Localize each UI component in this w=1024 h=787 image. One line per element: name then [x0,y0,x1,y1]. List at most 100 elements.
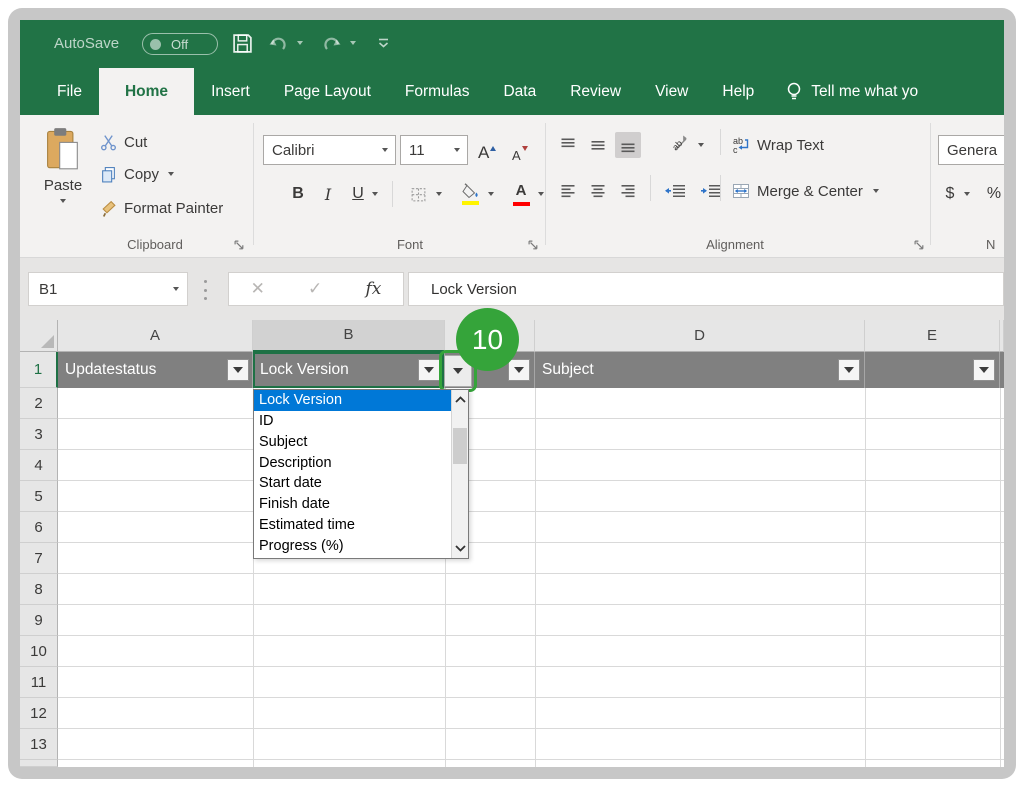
align-left-button[interactable] [555,178,581,204]
dropdown-item[interactable]: Start date [254,473,451,494]
fill-color-button[interactable] [458,178,484,210]
row-header-9[interactable]: 9 [20,605,58,636]
clipboard-dialog-launcher-icon[interactable] [234,238,246,250]
borders-button[interactable] [404,178,432,210]
filter-dropdown-c1[interactable] [508,359,530,381]
dropdown-item[interactable]: Finish date [254,494,451,515]
row-header-11[interactable]: 11 [20,667,58,698]
tab-home[interactable]: Home [99,68,194,115]
row-header-3[interactable]: 3 [20,419,58,450]
currency-button[interactable]: $ [940,178,960,210]
row-header-8[interactable]: 8 [20,574,58,605]
scroll-up-icon[interactable] [452,390,468,409]
top-align-button[interactable] [555,132,581,158]
row-header-7[interactable]: 7 [20,543,58,574]
save-icon[interactable] [232,33,253,59]
row-header-4[interactable]: 4 [20,450,58,481]
scroll-down-icon[interactable] [452,539,468,558]
dropdown-scrollbar[interactable] [451,390,468,558]
cut-button[interactable]: Cut [100,129,147,155]
name-box[interactable]: B1 [28,272,188,306]
dropdown-item[interactable]: Progress (%) [254,535,451,556]
decrease-font-size-button[interactable]: A [512,135,528,163]
name-box-dropdown-icon[interactable] [173,287,179,291]
paste-button[interactable]: Paste [34,125,92,233]
font-size-combo[interactable]: 11 [400,135,468,165]
row-header-12[interactable]: 12 [20,698,58,729]
font-color-button[interactable]: A [508,178,534,210]
decrease-indent-button[interactable] [660,178,690,204]
borders-dropdown-icon[interactable] [436,192,442,196]
formula-bar-resize-handle[interactable] [203,280,207,300]
alignment-dialog-launcher-icon[interactable] [914,238,926,250]
fill-color-dropdown-icon[interactable] [488,192,494,196]
row-header-partial[interactable] [20,760,58,767]
dropdown-item[interactable]: Estimated time [254,515,451,536]
undo-dropdown-icon[interactable] [297,41,303,45]
align-right-button[interactable] [615,178,641,204]
cell-area[interactable] [58,388,1004,767]
dropdown-item[interactable]: Subject [254,432,451,453]
middle-align-button[interactable] [585,132,611,158]
orientation-button[interactable]: ab [668,132,694,158]
cell-d1[interactable]: Subject [535,352,865,388]
cell-a1[interactable]: Updatestatus [58,352,253,388]
orientation-dropdown-icon[interactable] [698,143,704,147]
row-header-6[interactable]: 6 [20,512,58,543]
font-color-dropdown-icon[interactable] [538,192,544,196]
underline-button[interactable]: U [346,178,370,210]
filter-dropdown-b1[interactable] [418,359,440,381]
merge-center-button[interactable]: Merge & Center [732,178,879,204]
font-name-combo[interactable]: Calibri [263,135,396,165]
column-header-a[interactable]: A [58,320,253,352]
tab-insert[interactable]: Insert [194,68,267,115]
row-header-1[interactable]: 1 [20,352,58,388]
row-header-10[interactable]: 10 [20,636,58,667]
cell-e1[interactable] [865,352,1000,388]
copy-dropdown-icon[interactable] [168,172,174,176]
number-format-combo[interactable]: Genera [938,135,1004,165]
filter-dropdown-e1[interactable] [973,359,995,381]
increase-indent-button[interactable] [696,178,726,204]
filter-dropdown-a1[interactable] [227,359,249,381]
paste-dropdown-icon[interactable] [60,199,66,203]
cancel-entry-icon[interactable]: ✕ [251,279,265,299]
confirm-entry-icon[interactable]: ✓ [308,279,322,299]
percent-button[interactable]: % [982,178,1004,210]
redo-icon[interactable] [320,34,342,59]
select-all-button[interactable] [20,320,58,352]
italic-button[interactable]: I [316,178,340,210]
wrap-text-button[interactable]: abc Wrap Text [732,132,824,158]
scrollbar-thumb[interactable] [453,428,467,464]
tab-help[interactable]: Help [705,68,771,115]
row-header-5[interactable]: 5 [20,481,58,512]
filter-dropdown-d1[interactable] [838,359,860,381]
column-header-e[interactable]: E [865,320,1000,352]
formula-input[interactable]: Lock Version [408,272,1004,306]
dropdown-item[interactable]: ID [254,411,451,432]
tab-data[interactable]: Data [486,68,553,115]
bold-button[interactable]: B [286,178,310,210]
autosave-toggle[interactable]: Off [142,33,218,55]
insert-function-icon[interactable]: fx [366,279,382,299]
dropdown-item-selected[interactable]: Lock Version [254,390,451,411]
format-painter-button[interactable]: Format Painter [100,195,223,221]
tell-me-search[interactable]: Tell me what yo [785,68,918,115]
tab-review[interactable]: Review [553,68,638,115]
dropdown-item[interactable]: Description [254,452,451,473]
align-center-button[interactable] [585,178,611,204]
bottom-align-button[interactable] [615,132,641,158]
cell-b1-selected[interactable]: Lock Version [253,352,445,388]
row-header-13[interactable]: 13 [20,729,58,760]
tab-formulas[interactable]: Formulas [388,68,487,115]
redo-dropdown-icon[interactable] [350,41,356,45]
tab-view[interactable]: View [638,68,705,115]
underline-dropdown-icon[interactable] [372,192,378,196]
tab-page-layout[interactable]: Page Layout [267,68,388,115]
column-header-b[interactable]: B [253,320,445,352]
row-header-2[interactable]: 2 [20,388,58,419]
copy-button[interactable]: Copy [100,161,174,187]
font-dialog-launcher-icon[interactable] [528,238,540,250]
customize-quick-access-icon[interactable] [376,36,391,56]
tab-file[interactable]: File [40,68,99,115]
